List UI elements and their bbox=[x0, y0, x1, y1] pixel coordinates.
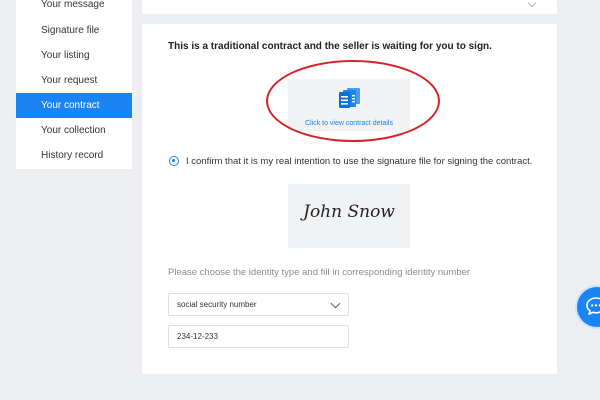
contract-card: This is a traditional contract and the s… bbox=[142, 24, 557, 374]
chevron-down-icon bbox=[330, 298, 341, 309]
chat-bubble-icon bbox=[586, 297, 600, 315]
contract-heading: This is a traditional contract and the s… bbox=[168, 41, 492, 52]
document-stack-icon bbox=[339, 88, 360, 108]
sidebar-item-your-contract[interactable]: Your contract bbox=[16, 93, 132, 118]
confirm-intent-row[interactable]: I confirm that it is my real intention t… bbox=[169, 154, 532, 168]
confirm-intent-label: I confirm that it is my real intention t… bbox=[186, 155, 533, 167]
identity-number-input[interactable] bbox=[168, 325, 349, 348]
identity-type-value: social security number bbox=[177, 300, 257, 309]
collapse-chevron-icon[interactable] bbox=[527, 0, 537, 8]
sidebar-nav: Your message Signature file Your listing… bbox=[16, 0, 132, 169]
chat-button[interactable] bbox=[577, 287, 600, 327]
signature-preview: John Snow bbox=[288, 184, 410, 248]
signature-image: John Snow bbox=[303, 202, 395, 222]
sidebar-item-your-listing[interactable]: Your listing bbox=[16, 43, 132, 68]
view-contract-details-label: Click to view contract details bbox=[305, 120, 393, 127]
sidebar-item-your-message[interactable]: Your message bbox=[16, 0, 132, 18]
sidebar-item-your-collection[interactable]: Your collection bbox=[16, 118, 132, 143]
view-contract-details-button[interactable]: Click to view contract details bbox=[288, 79, 410, 131]
identity-prompt: Please choose the identity type and fill… bbox=[168, 267, 471, 278]
sidebar-item-your-request[interactable]: Your request bbox=[16, 68, 132, 93]
confirm-radio[interactable] bbox=[169, 156, 179, 166]
previous-card bbox=[142, 0, 557, 14]
sidebar-item-signature-file[interactable]: Signature file bbox=[16, 18, 132, 43]
sidebar-item-history-record[interactable]: History record bbox=[16, 143, 132, 168]
identity-type-select[interactable]: social security number bbox=[168, 293, 349, 316]
